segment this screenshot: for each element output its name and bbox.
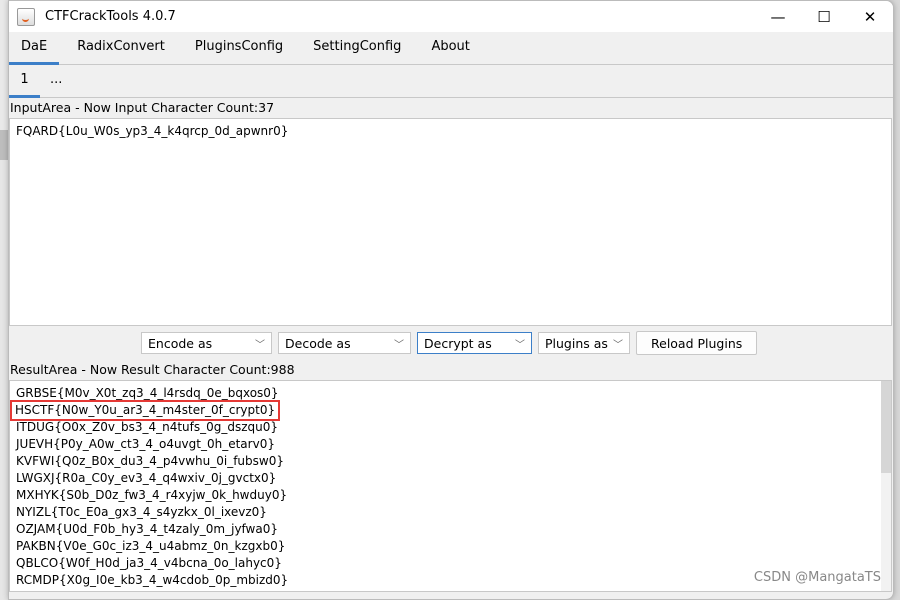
input-text[interactable]: FQARD{L0u_W0s_yp3_4_k4qrcp_0d_apwnr0} <box>10 119 891 144</box>
tab-pluginsconfig[interactable]: PluginsConfig <box>183 32 295 64</box>
result-line: NYIZL{T0c_E0a_gx3_4_s4yzkx_0l_ixevz0} <box>16 505 267 519</box>
result-area-label: ResultArea - Now Result Character Count:… <box>10 362 295 377</box>
decrypt-label: Decrypt as <box>424 335 492 351</box>
result-line: MXHYK{S0b_D0z_fw3_4_r4xyjw_0k_hwduy0} <box>16 488 288 502</box>
chevron-down-icon: ﹀ <box>255 339 265 351</box>
title-bar: CTFCrackTools 4.0.7 — ☐ ✕ <box>9 1 893 32</box>
input-textarea[interactable]: FQARD{L0u_W0s_yp3_4_k4qrcp_0d_apwnr0} <box>9 118 892 326</box>
reload-plugins-button[interactable]: Reload Plugins <box>636 331 758 355</box>
minimize-button[interactable]: — <box>755 1 801 32</box>
decrypt-dropdown[interactable]: Decrypt as ﹀ <box>417 332 532 354</box>
subtab-1[interactable]: 1 <box>9 65 40 98</box>
main-tabs: DaE RadixConvert PluginsConfig SettingCo… <box>9 32 893 65</box>
chevron-down-icon: ﹀ <box>515 339 525 351</box>
close-button[interactable]: ✕ <box>847 1 893 32</box>
result-line: GRBSE{M0v_X0t_zq3_4_l4rsdq_0e_bqxos0} <box>16 386 279 400</box>
result-line: QBLCO{W0f_H0d_ja3_4_v4bcna_0o_lahyc0} <box>16 556 282 570</box>
result-line: LWGXJ{R0a_C0y_ev3_4_q4wxiv_0j_gvctx0} <box>16 471 277 485</box>
toolbar: Encode as ﹀ Decode as ﹀ Decrypt as ﹀ Plugin… <box>9 326 893 360</box>
tab-settingconfig[interactable]: SettingConfig <box>301 32 413 64</box>
result-line: ITDUG{O0x_Z0v_bs3_4_n4tufs_0g_dszqu0} <box>16 420 279 434</box>
app-window: CTFCrackTools 4.0.7 — ☐ ✕ DaE RadixConve… <box>8 0 894 600</box>
plugins-label: Plugins as <box>545 335 608 351</box>
result-line: KVFWI{Q0z_B0x_du3_4_p4vwhu_0i_fubsw0} <box>16 454 284 468</box>
window-title: CTFCrackTools 4.0.7 <box>45 9 176 24</box>
sub-tabs: 1 ... <box>9 65 893 98</box>
plugins-dropdown[interactable]: Plugins as ﹀ <box>538 332 630 354</box>
chevron-down-icon: ﹀ <box>394 339 404 351</box>
decode-dropdown[interactable]: Decode as ﹀ <box>278 332 411 354</box>
tab-radixconvert[interactable]: RadixConvert <box>65 32 177 64</box>
watermark: CSDN @MangataTS <box>753 570 881 585</box>
highlighted-result-line: HSCTF{N0w_Y0u_ar3_4_m4ster_0f_crypt0} <box>10 400 281 421</box>
result-line: JUEVH{P0y_A0w_ct3_4_o4uvgt_0h_etarv0} <box>16 437 275 451</box>
tab-dae[interactable]: DaE <box>9 32 60 65</box>
decode-label: Decode as <box>285 335 351 351</box>
subtab-new[interactable]: ... <box>40 65 72 97</box>
java-cup-icon <box>17 7 35 26</box>
result-line: RCMDP{X0g_I0e_kb3_4_w4cdob_0p_mbizd0} <box>16 573 289 587</box>
result-line: PAKBN{V0e_G0c_iz3_4_u4abmz_0n_kzgxb0} <box>16 539 286 553</box>
input-area-label: InputArea - Now Input Character Count:37 <box>10 100 275 115</box>
maximize-button[interactable]: ☐ <box>801 1 847 32</box>
encode-dropdown[interactable]: Encode as ﹀ <box>141 332 272 354</box>
vertical-scrollbar[interactable] <box>881 381 891 591</box>
tab-about[interactable]: About <box>419 32 481 64</box>
result-textarea[interactable]: GRBSE{M0v_X0t_zq3_4_l4rsdq_0e_bqxos0} HSC… <box>9 380 892 592</box>
encode-label: Encode as <box>148 335 213 351</box>
chevron-down-icon: ﹀ <box>613 339 623 351</box>
scrollbar-thumb[interactable] <box>881 381 891 473</box>
result-line: OZJAM{U0d_F0b_hy3_4_t4zaly_0m_jyfwa0} <box>16 522 278 536</box>
